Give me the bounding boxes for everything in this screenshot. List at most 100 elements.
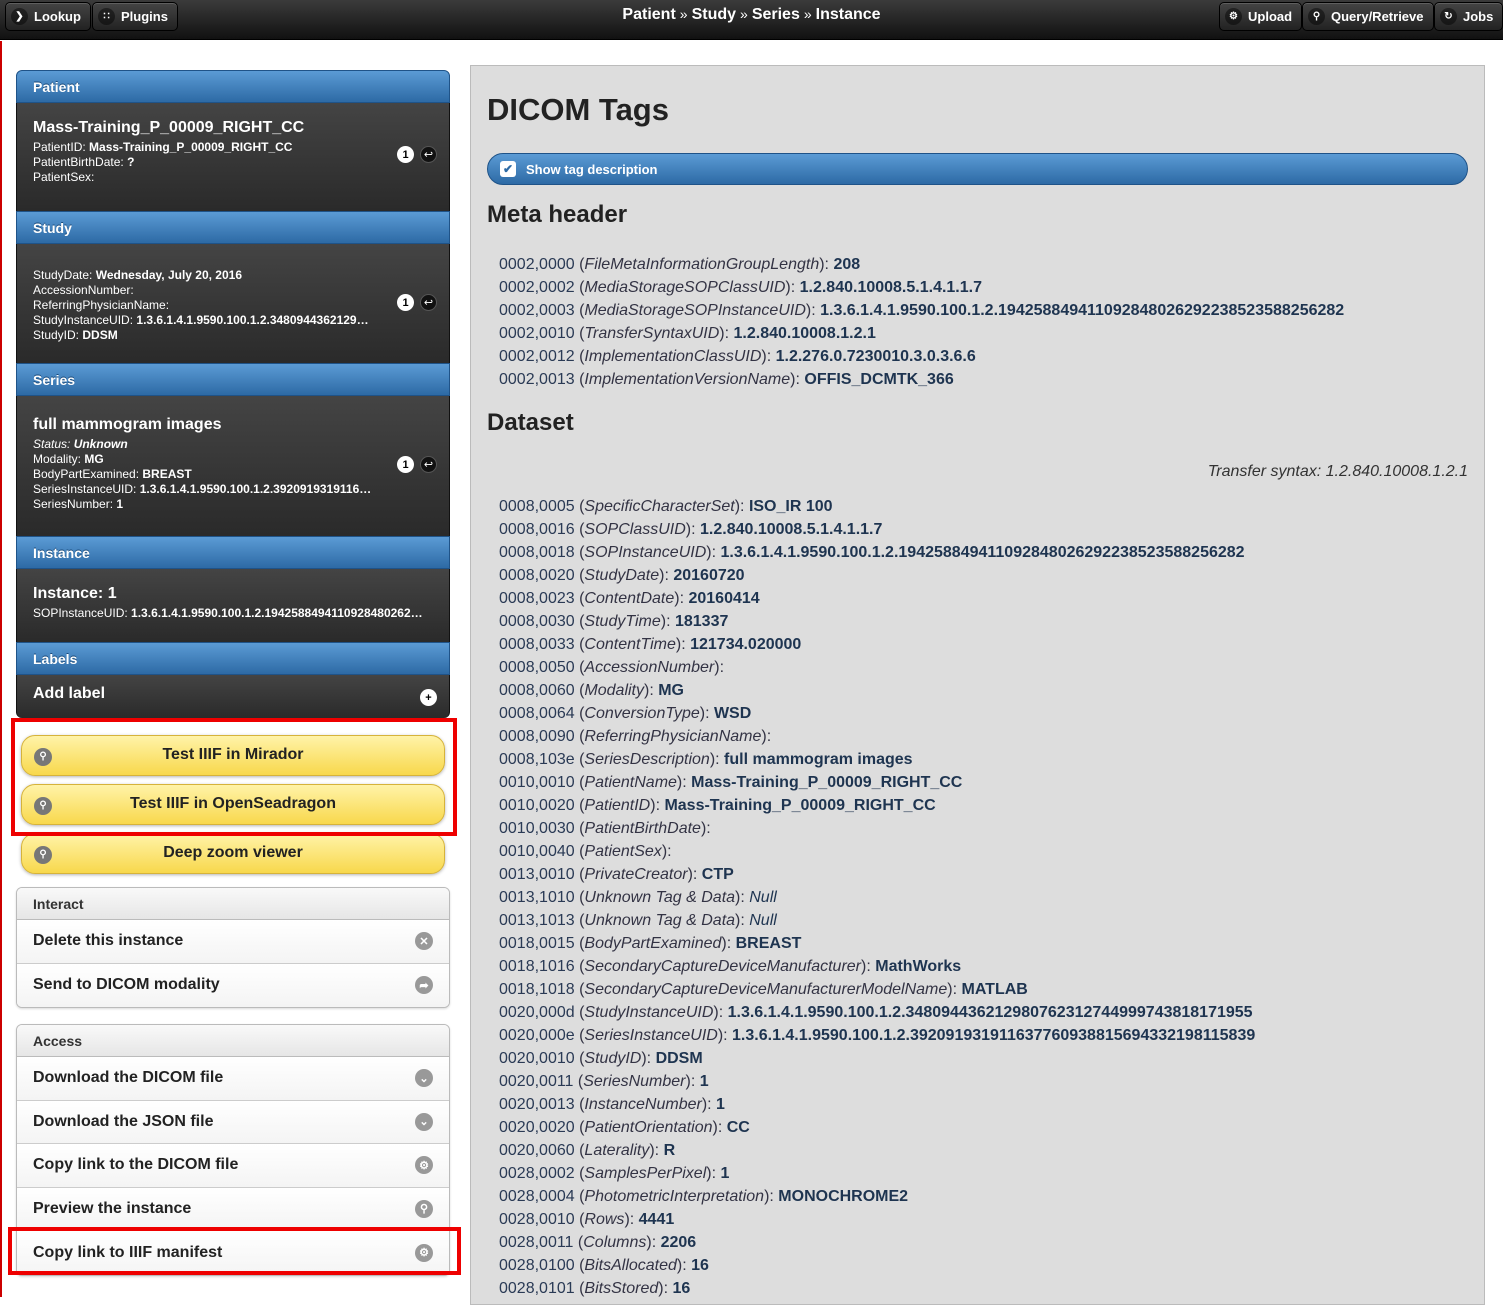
- tag-id: 0008,0033: [499, 636, 575, 653]
- tag-name: StudyID: [584, 1050, 642, 1067]
- query-retrieve-button[interactable]: ⚲ Query/Retrieve: [1302, 2, 1434, 31]
- main-content: DICOM Tags ✔ Show tag description Meta h…: [470, 65, 1485, 1305]
- transfer-syntax: Transfer syntax: 1.2.840.10008.1.2.1: [1207, 463, 1468, 480]
- tag-name: Modality: [584, 682, 644, 699]
- send-to-modality-item[interactable]: Send to DICOM modality ➦: [17, 963, 449, 1007]
- tag-name: PatientName: [584, 774, 677, 791]
- tag-value: Mass-Training_P_00009_RIGHT_CC: [691, 774, 963, 791]
- study-actions: 1 ↩: [397, 294, 437, 311]
- tag-id: 0010,0020: [499, 797, 575, 814]
- gear-icon: ⚙: [415, 1156, 433, 1175]
- tag-id: 0018,0015: [499, 935, 575, 952]
- add-label-row[interactable]: Add label +: [16, 675, 450, 718]
- search-icon: ⚲: [1308, 8, 1325, 25]
- tag-row: 0013,1013 (Unknown Tag & Data): Null: [499, 912, 777, 929]
- breadcrumb-series[interactable]: Series: [752, 6, 800, 23]
- plus-icon[interactable]: +: [420, 689, 437, 706]
- upload-button[interactable]: ⚙ Upload: [1219, 2, 1303, 31]
- tag-value: 208: [833, 256, 861, 273]
- arrow-icon[interactable]: ↩: [420, 146, 437, 163]
- tag-name: ImplementationVersionName: [584, 371, 791, 388]
- tag-value: Null: [749, 912, 777, 929]
- arrow-icon[interactable]: ↩: [420, 294, 437, 311]
- tag-row: 0020,000e (SeriesInstanceUID): 1.3.6.1.4…: [499, 1027, 1256, 1044]
- meta-tag-list: 0002,0000 (FileMetaInformationGroupLengt…: [487, 253, 1468, 391]
- test-iiif-openseadragon-button[interactable]: ⚲ Test IIIF in OpenSeadragon: [21, 784, 445, 825]
- tag-row: 0028,0004 (PhotometricInterpretation): M…: [499, 1188, 909, 1205]
- test-iiif-openseadragon-label: Test IIIF in OpenSeadragon: [130, 795, 336, 812]
- tag-row: 0028,0100 (BitsAllocated): 16: [499, 1257, 709, 1274]
- tag-value: 2206: [660, 1234, 697, 1251]
- patient-card[interactable]: Mass-Training_P_00009_RIGHT_CC PatientID…: [16, 103, 450, 211]
- tag-row: 0002,0002 (MediaStorageSOPClassUID): 1.2…: [499, 279, 982, 296]
- tag-name: Rows: [584, 1211, 625, 1228]
- tag-value: 20160720: [673, 567, 745, 584]
- tag-row: 0010,0030 (PatientBirthDate):: [499, 820, 711, 837]
- tag-id: 0002,0000: [499, 256, 575, 273]
- tag-row: 0020,0060 (Laterality): R: [499, 1142, 676, 1159]
- tag-id: 0008,0030: [499, 613, 575, 630]
- tag-id: 0020,0020: [499, 1119, 575, 1136]
- tag-row: 0010,0040 (PatientSex):: [499, 843, 672, 860]
- copy-dicom-link-label: Copy link to the DICOM file: [33, 1156, 239, 1174]
- tag-value: 1.2.276.0.7230010.3.0.3.6.6: [775, 348, 976, 365]
- study-card[interactable]: StudyDate: Wednesday, July 20, 2016 Acce…: [16, 244, 450, 363]
- tag-name: SOPClassUID: [584, 521, 686, 538]
- count-badge: 1: [397, 294, 414, 311]
- copy-dicom-link-item[interactable]: Copy link to the DICOM file ⚙: [17, 1144, 449, 1188]
- breadcrumb-patient[interactable]: Patient: [622, 6, 675, 23]
- tag-row: 0008,0033 (ContentTime): 121734.020000: [499, 636, 802, 653]
- study-id-line: StudyID: DDSM: [33, 328, 118, 342]
- tag-id: 0008,0018: [499, 544, 575, 561]
- delete-instance-label: Delete this instance: [33, 932, 184, 950]
- jobs-button[interactable]: ↻ Jobs: [1434, 2, 1503, 31]
- study-uid-line: StudyInstanceUID: 1.3.6.1.4.1.9590.100.1…: [33, 313, 369, 327]
- tag-id: 0028,0004: [499, 1188, 575, 1205]
- tag-id: 0028,0010: [499, 1211, 575, 1228]
- test-iiif-mirador-button[interactable]: ⚲ Test IIIF in Mirador: [21, 735, 445, 776]
- series-card[interactable]: full mammogram images Status: Unknown Mo…: [16, 396, 450, 536]
- patient-header: Patient: [16, 70, 450, 103]
- tag-value: 1.2.840.10008.5.1.4.1.1.7: [700, 521, 883, 538]
- jobs-label: Jobs: [1463, 9, 1494, 24]
- tag-row: 0018,1016 (SecondaryCaptureDeviceManufac…: [499, 958, 962, 975]
- download-json-item[interactable]: Download the JSON file ⌄: [17, 1100, 449, 1144]
- close-icon: ✕: [415, 932, 433, 951]
- page-title: DICOM Tags: [487, 92, 669, 127]
- tag-id: 0008,0023: [499, 590, 575, 607]
- tag-id: 0028,0002: [499, 1165, 575, 1182]
- breadcrumb-instance: Instance: [815, 6, 881, 23]
- preview-instance-item[interactable]: Preview the instance ⚲: [17, 1187, 449, 1231]
- tag-row: 0013,1010 (Unknown Tag & Data): Null: [499, 889, 777, 906]
- upload-label: Upload: [1248, 9, 1293, 24]
- tag-id: 0020,000d: [499, 1004, 575, 1021]
- download-dicom-item[interactable]: Download the DICOM file ⌄: [17, 1057, 449, 1101]
- show-tag-description-toggle[interactable]: ✔ Show tag description: [487, 153, 1468, 185]
- breadcrumb-study[interactable]: Study: [692, 6, 736, 23]
- left-edge-accent: [0, 41, 2, 1297]
- tag-row: 0008,0023 (ContentDate): 20160414: [499, 590, 760, 607]
- tag-name: StudyDate: [584, 567, 660, 584]
- tag-value: 20160414: [688, 590, 760, 607]
- copy-iiif-manifest-item[interactable]: Copy link to IIIF manifest ⚙: [17, 1231, 449, 1275]
- delete-instance-item[interactable]: Delete this instance ✕: [17, 920, 449, 964]
- tag-id: 0010,0010: [499, 774, 575, 791]
- tag-name: SecondaryCaptureDeviceManufacturerModelN…: [584, 981, 948, 998]
- tag-row: 0013,0010 (PrivateCreator): CTP: [499, 866, 734, 883]
- tag-row: 0002,0013 (ImplementationVersionName): O…: [499, 371, 954, 388]
- sidebar: Patient Mass-Training_P_00009_RIGHT_CC P…: [16, 70, 450, 1276]
- tag-id: 0008,103e: [499, 751, 575, 768]
- series-header: Series: [16, 363, 450, 396]
- patient-actions: 1 ↩: [397, 146, 437, 163]
- tag-name: SamplesPerPixel: [584, 1165, 707, 1182]
- deep-zoom-viewer-button[interactable]: ⚲ Deep zoom viewer: [21, 833, 445, 874]
- interact-header: Interact: [17, 888, 449, 920]
- arrow-icon[interactable]: ↩: [420, 456, 437, 473]
- meta-header-title: Meta header: [487, 201, 628, 228]
- tag-name: AccessionNumber: [584, 659, 715, 676]
- breadcrumb-separator: »: [679, 6, 688, 22]
- gear-icon: ⚙: [415, 1243, 433, 1262]
- study-date-line: StudyDate: Wednesday, July 20, 2016: [33, 268, 243, 282]
- tag-name: BitsStored: [584, 1280, 659, 1297]
- tag-row: 0028,0010 (Rows): 4441: [499, 1211, 675, 1228]
